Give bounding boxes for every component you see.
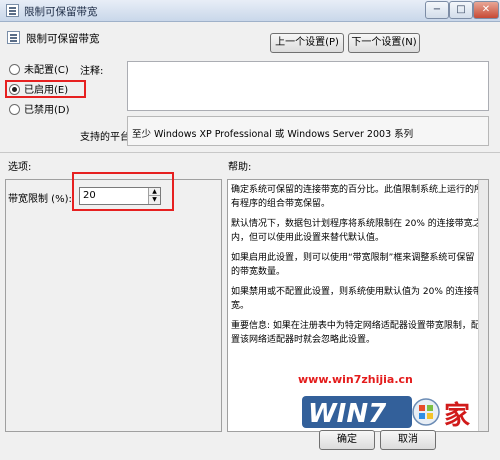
previous-setting-button[interactable]: 上一个设置(P) (270, 33, 344, 53)
help-paragraph: 如果禁用或不配置此设置，则系统使用默认值为 20% 的连接带宽。 (231, 287, 482, 311)
close-button[interactable]: ✕ (473, 1, 499, 19)
help-header: 帮助: (228, 162, 252, 173)
platform-label: 支持的平台: (80, 132, 134, 143)
next-setting-button[interactable]: 下一个设置(N) (348, 33, 420, 53)
bandwidth-limit-label: 带宽限制 (%): (8, 194, 72, 205)
ok-button[interactable]: 确定 (319, 430, 375, 450)
help-text: 确定系统可保留的连接带宽的百分比。此值限制系统上运行的所有程序的组合带宽保留。 … (231, 184, 483, 354)
win7-logo-watermark: WIN7 家 (302, 396, 470, 431)
radio-label-not-configured: 未配置(C) (24, 65, 69, 76)
policy-window-icon (6, 4, 19, 17)
help-paragraph: 默认情况下，数据包计划程序将系统限制在 20% 的连接带宽之内，但可以使用此设置… (231, 219, 482, 243)
radio-disabled[interactable]: 已禁用(D) (9, 104, 70, 118)
policy-name: 限制可保留带宽 (26, 33, 100, 45)
radio-circle[interactable] (9, 104, 20, 115)
options-panel (5, 179, 222, 432)
radio-circle[interactable] (9, 64, 20, 75)
highlight-box-bandwidth (72, 172, 174, 211)
options-header: 选项: (8, 162, 32, 173)
title-bar: 限制可保留带宽 − □ ✕ (0, 0, 500, 22)
watermark-logo-suffix: 家 (444, 400, 470, 431)
minimize-button[interactable]: − (425, 1, 449, 19)
window-title: 限制可保留带宽 (24, 6, 98, 18)
watermark-url: www.win7zhijia.cn (298, 373, 413, 386)
section-divider (0, 152, 500, 153)
help-paragraph: 如果启用此设置，则可以使用“带宽限制”框来调整系统可保留的带宽数量。 (231, 253, 475, 277)
help-paragraph: 重要信息: 如果在注册表中为特定网络适配器设置带宽限制，配置该网络适配器时就会忽… (231, 321, 480, 345)
comment-textarea[interactable] (127, 61, 489, 111)
cancel-button[interactable]: 取消 (380, 430, 436, 450)
watermark-logo-text: WIN7 (308, 399, 387, 429)
comment-label: 注释: (80, 66, 104, 77)
platform-value: 至少 Windows XP Professional 或 Windows Ser… (127, 116, 489, 146)
maximize-button[interactable]: □ (449, 1, 473, 19)
radio-label-disabled: 已禁用(D) (24, 105, 70, 116)
help-paragraph: 确定系统可保留的连接带宽的百分比。此值限制系统上运行的所有程序的组合带宽保留。 (231, 185, 484, 209)
radio-not-configured[interactable]: 未配置(C) (9, 64, 69, 78)
policy-setting-icon (7, 31, 20, 44)
highlight-box-enabled (5, 80, 86, 98)
